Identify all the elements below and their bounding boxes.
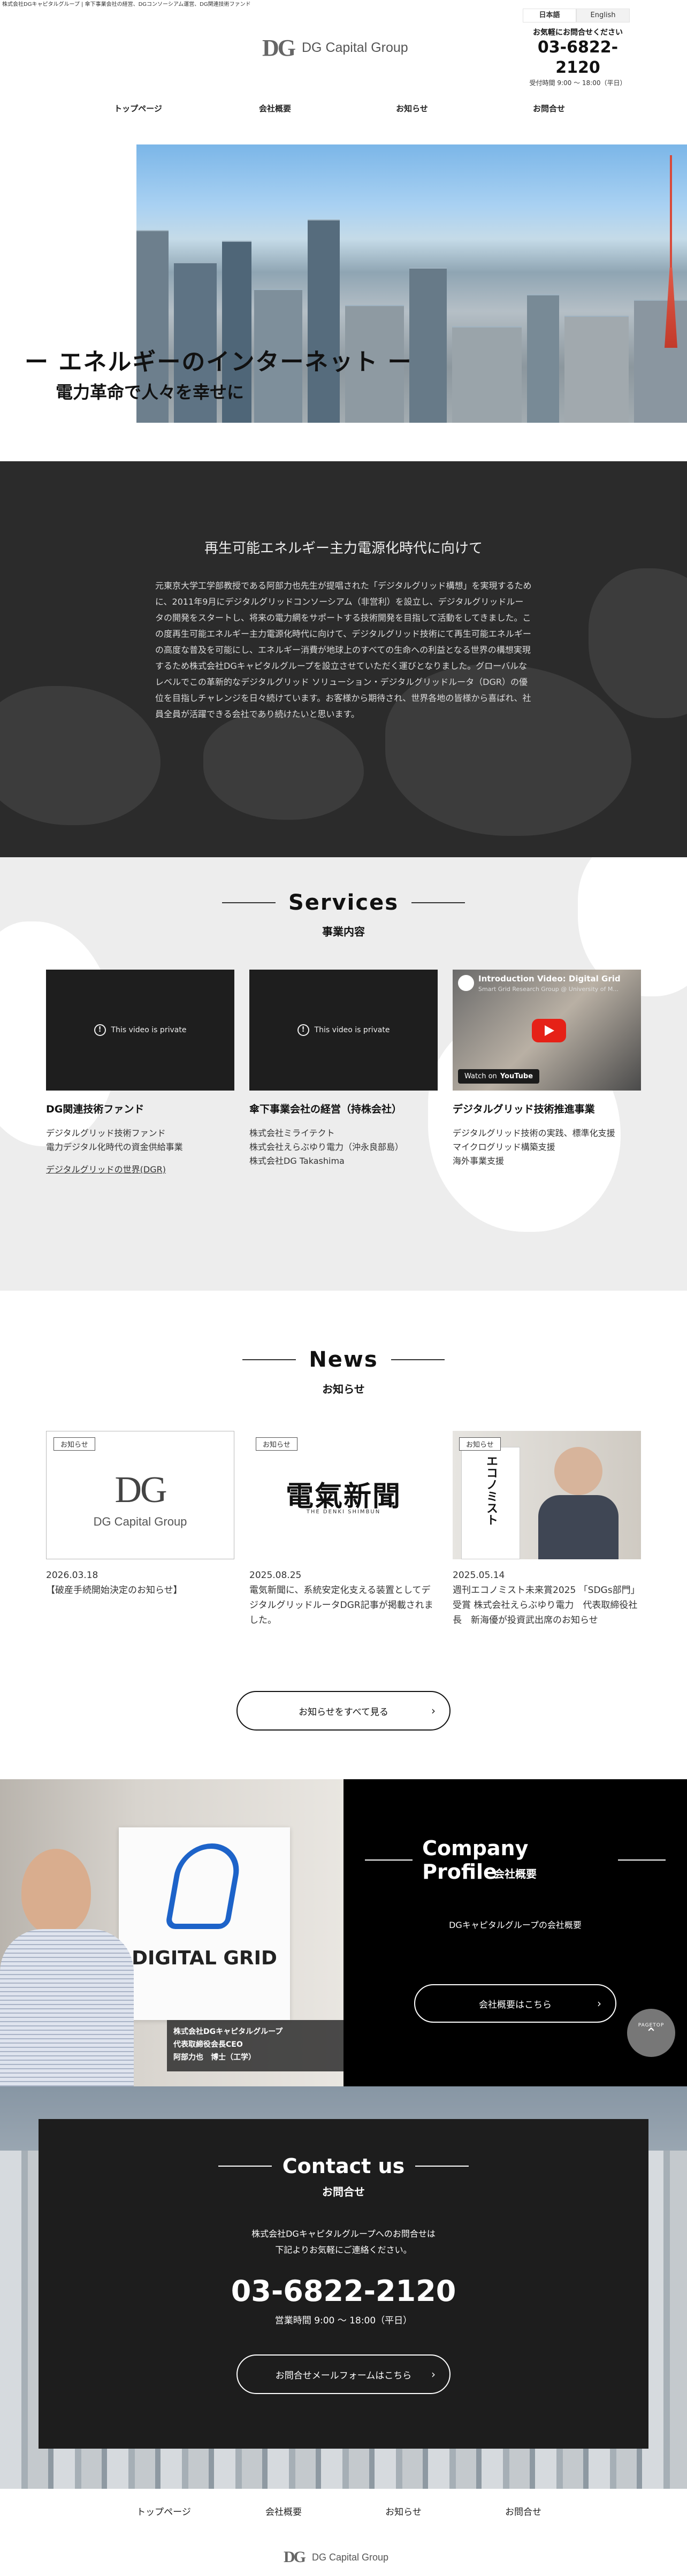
header-contact: お気軽にお問合せください 03-6822-2120 受付時間 9:00 ～ 18… — [522, 27, 634, 87]
intro-body: 元東京大学工学部教授である阿部力也先生が提唱された「デジタルグリッド構想」を実現… — [155, 581, 532, 719]
intro-heading: 再生可能エネルギー主力電源化時代に向けて — [204, 540, 483, 557]
lang-en[interactable]: English — [576, 9, 630, 22]
ceo-caption: 株式会社DGキャピタルグループ 代表取締役会長CEO 阿部力也 博士（工学） — [167, 2020, 344, 2071]
dgr-world-link[interactable]: デジタルグリッドの世界(DGR) — [46, 1163, 234, 1177]
chevron-right-icon: › — [431, 2368, 436, 2381]
chevron-right-icon: › — [431, 1704, 436, 1717]
youtube-channel: Smart Grid Research Group @ University o… — [478, 986, 619, 993]
all-news-button[interactable]: お知らせをすべて見る › — [236, 1691, 451, 1731]
service-card-1: DG関連技術ファンド デジタルグリッド技術ファンド 電力デジタル化時代の資金供給… — [46, 1101, 234, 1177]
newspaper-sub: THE DENKI SHIMBUN — [306, 1509, 381, 1515]
nav-top[interactable]: トップページ — [70, 103, 207, 114]
contact-text: 株式会社DGキャピタルグループへのお問合せは 下記よりお気軽にご連絡ください。 — [251, 2229, 436, 2255]
youtube-play-icon[interactable] — [532, 1019, 566, 1042]
video-player-2[interactable]: ! This video is private — [249, 970, 438, 1091]
news-date: 2026.03.18 — [46, 1570, 98, 1581]
news-item-1[interactable]: 2026.03.18 【破産手続開始決定のお知らせ】 — [46, 1568, 234, 1598]
service-line: 株式会社えらぶゆり電力（沖永良部島） — [249, 1142, 404, 1152]
video-player-1[interactable]: ! This video is private — [46, 970, 234, 1091]
contact-title: Contact us — [39, 2154, 648, 2178]
dg-emblem — [164, 1843, 245, 1929]
info-icon: ! — [94, 1024, 106, 1036]
nav-company[interactable]: 会社概要 — [207, 103, 344, 114]
service-card-3: デジタルグリッド技術推進事業 デジタルグリッド技術の実践、標準化支援 マイクログ… — [453, 1101, 641, 1168]
service-line: 海外事業支援 — [453, 1156, 505, 1166]
services-subtitle: 事業内容 — [322, 925, 365, 938]
news-item-2[interactable]: 2025.08.25 電気新聞に、系統安定化支える装置としてデジタルグリッドルー… — [249, 1568, 438, 1628]
news-text: 週刊エコノミスト未来賞2025 「SDGs部門」受賞 株式会社えらぶゆり電力 代… — [453, 1585, 640, 1626]
news-text: 電気新聞に、系統安定化支える装置としてデジタルグリッドルータDGR記事が掲載され… — [249, 1585, 433, 1626]
footer-nav-company[interactable]: 会社概要 — [224, 2504, 344, 2518]
news-item-3[interactable]: 2025.05.14 週刊エコノミスト未来賞2025 「SDGs部門」受賞 株式… — [453, 1568, 641, 1628]
footer-nav-contact[interactable]: お問合せ — [463, 2504, 583, 2518]
nav-contact[interactable]: お問合せ — [480, 103, 617, 114]
news-date: 2025.08.25 — [249, 1570, 302, 1581]
news-title: News — [0, 1347, 687, 1372]
sign-text: DIGITAL GRID — [132, 1947, 277, 1969]
service-line: デジタルグリッド技術の実践、標準化支援 — [453, 1128, 615, 1138]
service-line: マイクログリッド構築支援 — [453, 1142, 555, 1152]
ceo-shirt — [0, 1929, 134, 2086]
youtube-title: Introduction Video: Digital Grid — [478, 974, 621, 984]
private-text: This video is private — [111, 1026, 187, 1034]
newspaper-title: 電氣新聞 — [285, 1480, 401, 1513]
footer-nav: トップページ 会社概要 お知らせ お問合せ — [0, 2504, 687, 2518]
profile-subtitle: 会社概要 — [494, 1868, 537, 1880]
news-badge: お知らせ — [54, 1437, 95, 1451]
site-logo[interactable]: DG DG Capital Group — [262, 34, 408, 62]
news-date: 2025.05.14 — [453, 1570, 505, 1581]
service-heading: DG関連技術ファンド — [46, 1103, 144, 1115]
company-profile-button[interactable]: 会社概要はこちら › — [414, 1984, 616, 2023]
news-subtitle: お知らせ — [322, 1383, 365, 1396]
hero-subtitle: 電力革命で人々を幸せに — [56, 382, 245, 402]
magazine-name: エコノミスト — [484, 1455, 498, 1526]
news-badge: お知らせ — [459, 1437, 501, 1451]
ceo-photo: DIGITAL GRID 株式会社DGキャピタルグループ 代表取締役会長CEO … — [0, 1779, 344, 2086]
footer-logo[interactable]: DG DG Capital Group — [284, 2548, 388, 2566]
hero-title: ー エネルギーのインターネット ー — [25, 348, 413, 376]
digital-grid-sign: DIGITAL GRID — [119, 1827, 290, 2020]
person-photo — [554, 1447, 602, 1495]
contact-hours: 営業時間 9:00 ～ 18:00（平日） — [274, 2315, 413, 2326]
language-switcher: 日本語 English — [523, 9, 630, 22]
contact-prompt: お気軽にお問合せください — [533, 28, 623, 37]
services-title: Services — [0, 890, 687, 915]
footer-nav-news[interactable]: お知らせ — [344, 2504, 463, 2518]
lang-ja[interactable]: 日本語 — [523, 9, 576, 22]
service-card-2: 傘下事業会社の経営（持株会社） 株式会社ミライテクト 株式会社えらぶゆり電力（沖… — [249, 1101, 438, 1168]
service-heading: 傘下事業会社の経営（持株会社） — [249, 1103, 402, 1115]
news-text: 【破産手続開始決定のお知らせ】 — [46, 1585, 182, 1596]
services-heading: Services — [288, 890, 399, 915]
channel-avatar — [458, 975, 474, 991]
service-heading: デジタルグリッド技術推進事業 — [453, 1103, 595, 1115]
news-logo: DG DG Capital Group — [93, 1469, 187, 1528]
contact-phone[interactable]: 03-6822-2120 — [39, 2274, 648, 2308]
pagetop-button[interactable]: PAGETOP ⌃ — [627, 2009, 675, 2057]
ceo-face — [21, 1849, 91, 1934]
dg-logo-mark: DG — [262, 35, 296, 61]
header-phone[interactable]: 03-6822-2120 — [522, 37, 634, 78]
header-hours: 受付時間 9:00 ～ 18:00（平日） — [529, 79, 627, 87]
info-icon: ! — [297, 1024, 309, 1036]
contact-form-button[interactable]: お問合せメールフォームはこちら › — [236, 2354, 451, 2394]
intro-section: 再生可能エネルギー主力電源化時代に向けて 元東京大学工学部教授である阿部力也先生… — [0, 461, 687, 857]
service-line: 株式会社ミライテクト — [249, 1128, 335, 1138]
profile-text: DGキャピタルグループの会社概要 — [449, 1920, 582, 1930]
private-text: This video is private — [314, 1026, 390, 1034]
footer-nav-top[interactable]: トップページ — [104, 2504, 224, 2518]
contact-subtitle: お問合せ — [322, 2185, 365, 2198]
service-line: 株式会社DG Takashima — [249, 1156, 345, 1166]
contact-heading: Contact us — [282, 2154, 405, 2178]
nav-news[interactable]: お知らせ — [344, 103, 480, 114]
service-line: デジタルグリッド技術ファンド — [46, 1128, 166, 1138]
news-badge: お知らせ — [256, 1437, 297, 1451]
youtube-video-player[interactable]: Introduction Video: Digital Grid Smart G… — [453, 970, 641, 1091]
chevron-right-icon: › — [597, 1997, 601, 2010]
chevron-up-icon: ⌃ — [645, 2025, 657, 2041]
news-heading: News — [309, 1347, 378, 1372]
watch-on-youtube[interactable]: Watch on YouTube — [458, 1069, 540, 1084]
logo-wordmark: DG Capital Group — [302, 40, 408, 55]
service-line: 電力デジタル化時代の資金供給事業 — [46, 1142, 183, 1152]
main-nav: トップページ 会社概要 お知らせ お問合せ — [0, 103, 687, 114]
